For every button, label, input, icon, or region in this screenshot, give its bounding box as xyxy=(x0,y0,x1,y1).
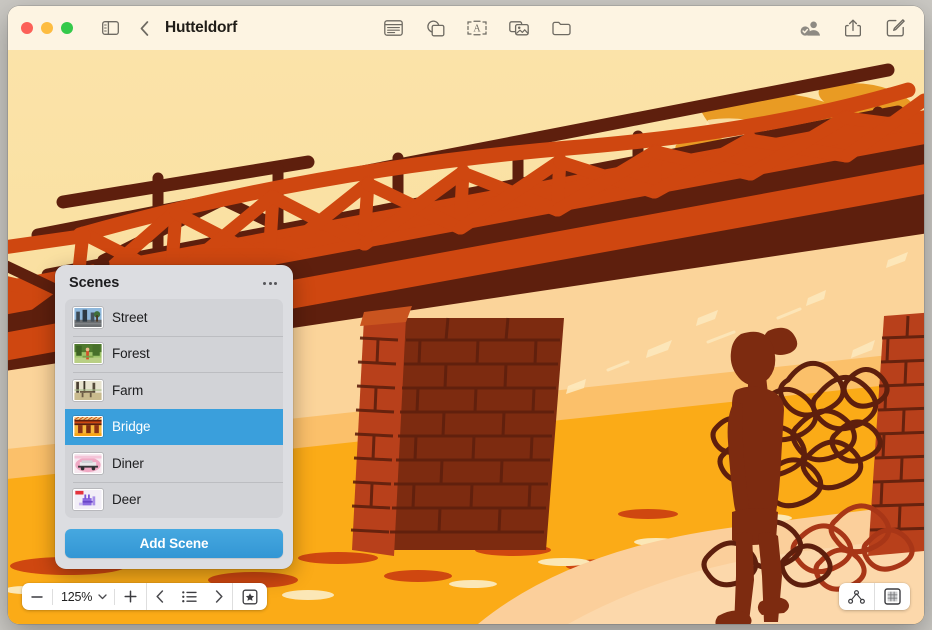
scene-label: Street xyxy=(112,310,147,325)
zoom-and-nav-toolbar[interactable]: 125% xyxy=(22,583,267,610)
scene-label: Forest xyxy=(112,346,150,361)
app-window: Scenes Street Forest xyxy=(8,6,924,624)
text-box-icon[interactable]: A xyxy=(462,15,492,41)
zoom-out-button[interactable] xyxy=(22,583,52,610)
toolbar-right[interactable] xyxy=(796,15,910,41)
scene-label: Deer xyxy=(112,492,141,507)
scene-label: Diner xyxy=(112,456,144,471)
zoom-level-value[interactable]: 125% xyxy=(53,590,96,604)
scene-row[interactable]: Forest xyxy=(65,336,283,373)
add-scene-button[interactable]: Add Scene xyxy=(65,529,283,558)
previous-scene-button[interactable] xyxy=(147,583,173,610)
compose-icon[interactable] xyxy=(880,15,910,41)
window-controls[interactable] xyxy=(21,22,73,34)
forest-thumb-icon xyxy=(73,343,103,364)
scenes-popover[interactable]: Scenes Street Forest xyxy=(55,265,293,569)
zoom-in-button[interactable] xyxy=(115,583,146,610)
shapes-icon[interactable] xyxy=(420,15,450,41)
scenes-header: Scenes xyxy=(65,274,283,299)
minimize-button[interactable] xyxy=(41,22,53,34)
scene-row[interactable]: Bridge xyxy=(65,409,283,446)
toolbar-center[interactable]: A xyxy=(378,15,576,41)
scene-label: Bridge xyxy=(112,419,150,434)
svg-text:A: A xyxy=(473,24,481,35)
chevron-down-icon[interactable] xyxy=(96,594,114,600)
scene-label: Farm xyxy=(112,383,143,398)
navigator-graph-icon[interactable] xyxy=(839,583,874,610)
favorite-scene-button[interactable] xyxy=(233,583,267,610)
canvas[interactable]: Scenes Street Forest xyxy=(8,50,924,624)
more-options-icon[interactable] xyxy=(261,278,279,289)
sidebar-icon[interactable] xyxy=(95,15,125,41)
street-thumb-icon xyxy=(73,307,103,328)
deer-thumb-icon xyxy=(73,489,103,510)
scene-row[interactable]: Farm xyxy=(65,372,283,409)
next-scene-button[interactable] xyxy=(206,583,232,610)
frame-view-icon[interactable] xyxy=(875,583,910,610)
scenes-list-button[interactable] xyxy=(173,583,206,610)
document-title[interactable]: Hutteldorf xyxy=(165,19,237,37)
scenes-list[interactable]: Street Forest Farm xyxy=(65,299,283,518)
scene-row[interactable]: Deer xyxy=(65,482,283,519)
title-bar: Hutteldorf xyxy=(8,6,924,50)
maximize-button[interactable] xyxy=(61,22,73,34)
back-button[interactable] xyxy=(129,15,159,41)
farm-thumb-icon xyxy=(73,380,103,401)
document-icon[interactable] xyxy=(378,15,408,41)
scenes-title: Scenes xyxy=(69,275,119,291)
bridge-thumb-icon xyxy=(73,416,103,437)
share-icon[interactable] xyxy=(838,15,868,41)
media-icon[interactable] xyxy=(504,15,534,41)
close-button[interactable] xyxy=(21,22,33,34)
collaborate-icon[interactable] xyxy=(796,15,826,41)
folder-icon[interactable] xyxy=(546,15,576,41)
scene-row[interactable]: Street xyxy=(65,299,283,336)
view-mode-toolbar[interactable] xyxy=(839,583,910,610)
diner-thumb-icon xyxy=(73,453,103,474)
scene-row[interactable]: Diner xyxy=(65,445,283,482)
